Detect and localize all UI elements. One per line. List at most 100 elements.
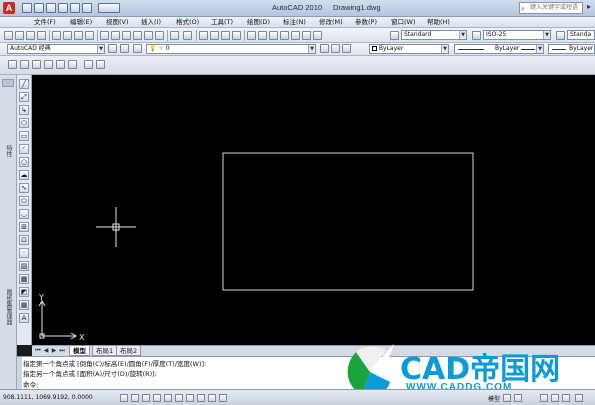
paste-icon[interactable] xyxy=(122,31,131,40)
layer-previous-icon[interactable] xyxy=(331,44,340,53)
command-window-grip[interactable] xyxy=(17,357,22,390)
zoom-icon[interactable] xyxy=(551,394,559,402)
drawing-canvas[interactable]: Y X xyxy=(32,75,595,345)
copy-icon[interactable] xyxy=(111,31,120,40)
point-icon[interactable]: · xyxy=(19,248,29,258)
lineweight-select[interactable]: ByLayer xyxy=(548,44,595,54)
undo-icon[interactable] xyxy=(70,3,80,13)
tool-palettes-icon[interactable] xyxy=(269,31,278,40)
view-icon[interactable] xyxy=(8,60,17,69)
arc-icon[interactable]: ◜ xyxy=(19,144,29,154)
open-icon[interactable] xyxy=(15,31,24,40)
redo-icon[interactable] xyxy=(183,31,192,40)
ellipse-arc-icon[interactable]: ◡ xyxy=(19,209,29,219)
make-current-layer-icon[interactable] xyxy=(320,44,329,53)
ellipse-icon[interactable]: ⬭ xyxy=(19,196,29,206)
zoom-window-icon[interactable] xyxy=(221,31,230,40)
menu-parametric[interactable]: 参数(P) xyxy=(355,18,377,27)
circle-icon[interactable]: ○ xyxy=(19,157,29,167)
zoom-realtime-icon[interactable] xyxy=(210,31,219,40)
rectangle-icon[interactable]: ▭ xyxy=(19,131,29,141)
prev-tab-icon[interactable]: ◀ xyxy=(42,347,50,355)
coordinate-readout[interactable]: 908.1111, 1069.9192, 0.0000 xyxy=(3,394,93,401)
object-snap-icon[interactable] xyxy=(164,394,172,402)
workspace-select[interactable]: AutoCAD 经典 ▼ xyxy=(7,44,105,54)
polyline-icon[interactable]: ↳ xyxy=(19,105,29,115)
pan-icon[interactable] xyxy=(540,394,548,402)
polygon-icon[interactable]: ⬡ xyxy=(19,118,29,128)
chevron-right-icon[interactable]: ▸ xyxy=(584,2,594,14)
quick-properties-icon[interactable] xyxy=(219,394,227,402)
object-snap-tracking-icon[interactable] xyxy=(175,394,183,402)
linetype-select[interactable]: ByLayer ▼ xyxy=(454,44,544,54)
autocad-logo-icon[interactable]: A xyxy=(3,2,15,14)
command-prompt[interactable]: 命令: xyxy=(23,379,38,389)
sheet-set-manager-icon[interactable] xyxy=(280,31,289,40)
insert-block-icon[interactable]: ⊞ xyxy=(19,222,29,232)
publish-icon[interactable] xyxy=(74,31,83,40)
lineweight-toggle-icon[interactable] xyxy=(208,394,216,402)
hatch-icon[interactable]: ▨ xyxy=(19,261,29,271)
last-tab-icon[interactable]: ⏭ xyxy=(58,347,66,355)
layer-state-icon[interactable] xyxy=(342,44,351,53)
region-icon[interactable]: ◩ xyxy=(19,287,29,297)
tab-model[interactable]: 模型 xyxy=(69,346,90,356)
properties-icon[interactable] xyxy=(247,31,256,40)
view-icon[interactable] xyxy=(68,60,77,69)
open-file-icon[interactable] xyxy=(34,3,44,13)
allow-ucs-icon[interactable] xyxy=(186,394,194,402)
workspace-switch-icon[interactable] xyxy=(98,3,120,13)
make-block-icon[interactable]: ⊡ xyxy=(19,235,29,245)
menu-insert[interactable]: 插入(I) xyxy=(141,18,161,27)
view-icon[interactable] xyxy=(96,60,105,69)
block-editor-icon[interactable] xyxy=(155,31,164,40)
menu-file[interactable]: 文件(F) xyxy=(34,18,56,27)
undo-icon[interactable] xyxy=(170,31,179,40)
view-icon[interactable] xyxy=(32,60,41,69)
save-icon[interactable] xyxy=(46,3,56,13)
view-icon[interactable] xyxy=(20,60,29,69)
view-icon[interactable] xyxy=(84,60,93,69)
menu-dimension[interactable]: 标注(N) xyxy=(283,18,306,27)
color-select[interactable]: ByLayer ▼ xyxy=(369,44,449,54)
line-icon[interactable]: ╱ xyxy=(19,79,29,89)
3d-dwf-icon[interactable] xyxy=(85,31,94,40)
save-icon[interactable] xyxy=(26,31,35,40)
menu-edit[interactable]: 编辑(E) xyxy=(70,18,92,27)
grid-display-icon[interactable] xyxy=(131,394,139,402)
paste-block-icon[interactable] xyxy=(133,31,142,40)
clean-screen-icon[interactable] xyxy=(575,394,583,402)
layer-manager-icon[interactable] xyxy=(120,44,129,53)
dynamic-input-icon[interactable] xyxy=(197,394,205,402)
menu-tools[interactable]: 工具(T) xyxy=(211,18,233,27)
dim-style-icon[interactable] xyxy=(472,31,481,40)
construction-line-icon[interactable]: ⤢ xyxy=(19,92,29,102)
polar-tracking-icon[interactable] xyxy=(153,394,161,402)
zoom-previous-icon[interactable] xyxy=(232,31,241,40)
redo-icon[interactable] xyxy=(82,3,92,13)
view-icon[interactable] xyxy=(56,60,65,69)
dim-style-select[interactable]: ISO-25 ▼ xyxy=(483,30,551,40)
match-properties-icon[interactable] xyxy=(144,31,153,40)
multiline-text-icon[interactable]: A xyxy=(19,313,29,323)
menu-format[interactable]: 格式(O) xyxy=(176,18,199,27)
plot-icon[interactable] xyxy=(52,31,61,40)
first-tab-icon[interactable]: ⏮ xyxy=(34,347,42,355)
tab-layout2[interactable]: 布局2 xyxy=(116,346,142,356)
properties-palette-label[interactable]: 特性 xyxy=(4,145,13,157)
menu-help[interactable]: 帮助(H) xyxy=(427,18,450,27)
text-style-icon[interactable] xyxy=(390,31,399,40)
snap-mode-icon[interactable] xyxy=(120,394,128,402)
sheet-set-palette-label[interactable]: 图纸集管理器 xyxy=(4,289,13,325)
new-file-icon[interactable] xyxy=(22,3,32,13)
pan-icon[interactable] xyxy=(199,31,208,40)
table-icon[interactable]: ▦ xyxy=(19,300,29,310)
cut-icon[interactable] xyxy=(100,31,109,40)
menu-window[interactable]: 窗口(W) xyxy=(391,18,416,27)
new-icon[interactable] xyxy=(4,31,13,40)
next-tab-icon[interactable]: ▶ xyxy=(50,347,58,355)
search-input[interactable]: ⌕ 键入关键字或短语 xyxy=(519,2,583,14)
menu-modify[interactable]: 修改(M) xyxy=(319,18,343,27)
tab-layout1[interactable]: 布局1 xyxy=(92,346,118,356)
sheet-set-icon[interactable] xyxy=(37,31,46,40)
